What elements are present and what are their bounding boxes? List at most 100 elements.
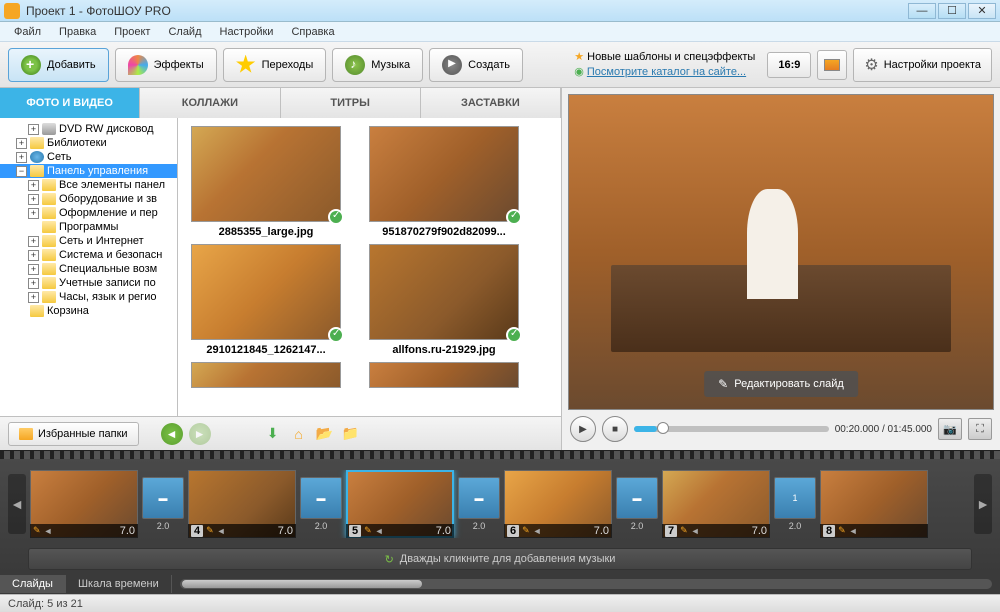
- maximize-button[interactable]: ☐: [938, 3, 966, 19]
- menu-edit[interactable]: Правка: [51, 24, 104, 40]
- timeline-slide[interactable]: ✎ ◄ 7.0: [30, 470, 138, 538]
- tab-collages[interactable]: КОЛЛАЖИ: [140, 88, 280, 118]
- edit-slide-button[interactable]: ✎ Редактировать слайд: [704, 371, 858, 397]
- timeline-slide[interactable]: 7 ✎ ◄ 7.0: [662, 470, 770, 538]
- play-button[interactable]: ▶: [570, 416, 596, 442]
- tree-item[interactable]: +Оборудование и зв: [0, 192, 177, 206]
- nav-back-button[interactable]: ◄: [161, 423, 183, 445]
- timeline-transition[interactable]: ▬2.0: [300, 477, 342, 531]
- favorites-button[interactable]: Избранные папки: [8, 422, 139, 446]
- timeline-slide[interactable]: 4 ✎ ◄ 7.0: [188, 470, 296, 538]
- timeline-slide[interactable]: 8 ✎ ◄: [820, 470, 928, 538]
- sound-icon[interactable]: ◄: [217, 526, 226, 536]
- music-track[interactable]: ↻ Дважды кликните для добавления музыки: [28, 548, 972, 570]
- timeline-transition[interactable]: ▬2.0: [142, 477, 184, 531]
- stop-button[interactable]: ■: [602, 416, 628, 442]
- tree-toggle-icon[interactable]: +: [28, 208, 39, 219]
- timeline-transition[interactable]: ▬2.0: [458, 477, 500, 531]
- tab-timeline-view[interactable]: Шкала времени: [66, 575, 172, 593]
- tab-photo-video[interactable]: ФОТО И ВИДЕО: [0, 88, 140, 118]
- sound-icon[interactable]: ◄: [375, 526, 384, 536]
- menu-slide[interactable]: Слайд: [160, 24, 209, 40]
- timeline-scroll-left[interactable]: ◄: [8, 474, 26, 534]
- tree-toggle-icon[interactable]: +: [28, 180, 39, 191]
- scrollbar-thumb[interactable]: [182, 580, 422, 588]
- minimize-button[interactable]: —: [908, 3, 936, 19]
- tree-item[interactable]: +Сеть и Интернет: [0, 234, 177, 248]
- tree-item[interactable]: +Часы, язык и регио: [0, 290, 177, 304]
- folder-up-icon[interactable]: 📁: [341, 424, 361, 444]
- sound-icon[interactable]: ◄: [691, 526, 700, 536]
- tree-item[interactable]: +Оформление и пер: [0, 206, 177, 220]
- timeline-transition[interactable]: ▬2.0: [616, 477, 658, 531]
- create-button[interactable]: Создать: [429, 48, 523, 82]
- nav-forward-button[interactable]: ►: [189, 423, 211, 445]
- add-button[interactable]: Добавить: [8, 48, 109, 82]
- tree-item[interactable]: +Сеть: [0, 150, 177, 164]
- fullscreen-button[interactable]: ⛶: [968, 418, 992, 440]
- folder-open-icon[interactable]: 📂: [315, 424, 335, 444]
- aspect-ratio-button[interactable]: 16:9: [767, 52, 811, 78]
- sound-icon[interactable]: ◄: [849, 526, 858, 536]
- thumbnail-item[interactable]: allfons.ru-21929.jpg: [364, 244, 524, 356]
- tree-toggle-icon[interactable]: −: [16, 166, 27, 177]
- tree-item[interactable]: Программы: [0, 220, 177, 234]
- tab-titles[interactable]: ТИТРЫ: [281, 88, 421, 118]
- background-color-button[interactable]: [817, 50, 847, 80]
- edit-icon[interactable]: ✎: [680, 525, 688, 536]
- timeline-slide[interactable]: 5 ✎ ◄ 7.0: [346, 470, 454, 538]
- edit-icon[interactable]: ✎: [206, 525, 214, 536]
- download-icon[interactable]: ⬇: [263, 424, 283, 444]
- edit-icon[interactable]: ✎: [364, 525, 372, 536]
- sound-icon[interactable]: ◄: [533, 526, 542, 536]
- preview-image[interactable]: ✎ Редактировать слайд: [568, 94, 994, 410]
- tab-slides-view[interactable]: Слайды: [0, 575, 66, 593]
- tree-item[interactable]: +Система и безопасн: [0, 248, 177, 262]
- progress-thumb[interactable]: [657, 422, 669, 434]
- timeline-slide[interactable]: 6 ✎ ◄ 7.0: [504, 470, 612, 538]
- timeline-scroll-right[interactable]: ►: [974, 474, 992, 534]
- tree-toggle-icon[interactable]: +: [28, 124, 39, 135]
- thumbnail-item[interactable]: [364, 362, 524, 388]
- tree-item[interactable]: +Библиотеки: [0, 136, 177, 150]
- thumbnail-item[interactable]: 2910121845_1262147...: [186, 244, 346, 356]
- tree-toggle-icon[interactable]: +: [28, 236, 39, 247]
- tree-toggle-icon[interactable]: +: [28, 250, 39, 261]
- tree-toggle-icon[interactable]: +: [16, 138, 27, 149]
- folder-tree[interactable]: +DVD RW дисковод+Библиотеки+Сеть−Панель …: [0, 118, 178, 416]
- tree-toggle-icon[interactable]: +: [28, 278, 39, 289]
- tree-item[interactable]: +DVD RW дисковод: [0, 122, 177, 136]
- thumbnail-item[interactable]: 2885355_large.jpg: [186, 126, 346, 238]
- tree-toggle-icon[interactable]: +: [28, 264, 39, 275]
- tree-item[interactable]: −Панель управления: [0, 164, 177, 178]
- edit-icon[interactable]: ✎: [33, 525, 41, 536]
- tree-toggle-icon[interactable]: +: [28, 194, 39, 205]
- tree-item[interactable]: +Специальные возм: [0, 262, 177, 276]
- tree-item[interactable]: +Учетные записи по: [0, 276, 177, 290]
- thumbnail-item[interactable]: 951870279f902d82099...: [364, 126, 524, 238]
- tree-item[interactable]: +Все элементы панел: [0, 178, 177, 192]
- progress-bar[interactable]: [634, 426, 829, 432]
- menu-settings[interactable]: Настройки: [212, 24, 282, 40]
- timeline-transition[interactable]: 12.0: [774, 477, 816, 531]
- menu-file[interactable]: Файл: [6, 24, 49, 40]
- edit-icon[interactable]: ✎: [522, 525, 530, 536]
- thumbnail-item[interactable]: [186, 362, 346, 388]
- music-button[interactable]: Музыка: [332, 48, 423, 82]
- menu-help[interactable]: Справка: [283, 24, 342, 40]
- close-button[interactable]: ✕: [968, 3, 996, 19]
- tree-toggle-icon[interactable]: +: [16, 152, 27, 163]
- snapshot-button[interactable]: 📷: [938, 418, 962, 440]
- menu-project[interactable]: Проект: [106, 24, 158, 40]
- catalog-link[interactable]: Посмотрите каталог на сайте...: [587, 66, 746, 78]
- project-settings-button[interactable]: ⚙ Настройки проекта: [853, 48, 992, 82]
- edit-icon[interactable]: ✎: [838, 525, 846, 536]
- timeline-scrollbar[interactable]: [180, 579, 992, 589]
- transitions-button[interactable]: Переходы: [223, 48, 327, 82]
- sound-icon[interactable]: ◄: [44, 526, 53, 536]
- tab-intros[interactable]: ЗАСТАВКИ: [421, 88, 561, 118]
- tree-item[interactable]: Корзина: [0, 304, 177, 318]
- home-icon[interactable]: ⌂: [289, 424, 309, 444]
- tree-toggle-icon[interactable]: +: [28, 292, 39, 303]
- effects-button[interactable]: Эффекты: [115, 48, 217, 82]
